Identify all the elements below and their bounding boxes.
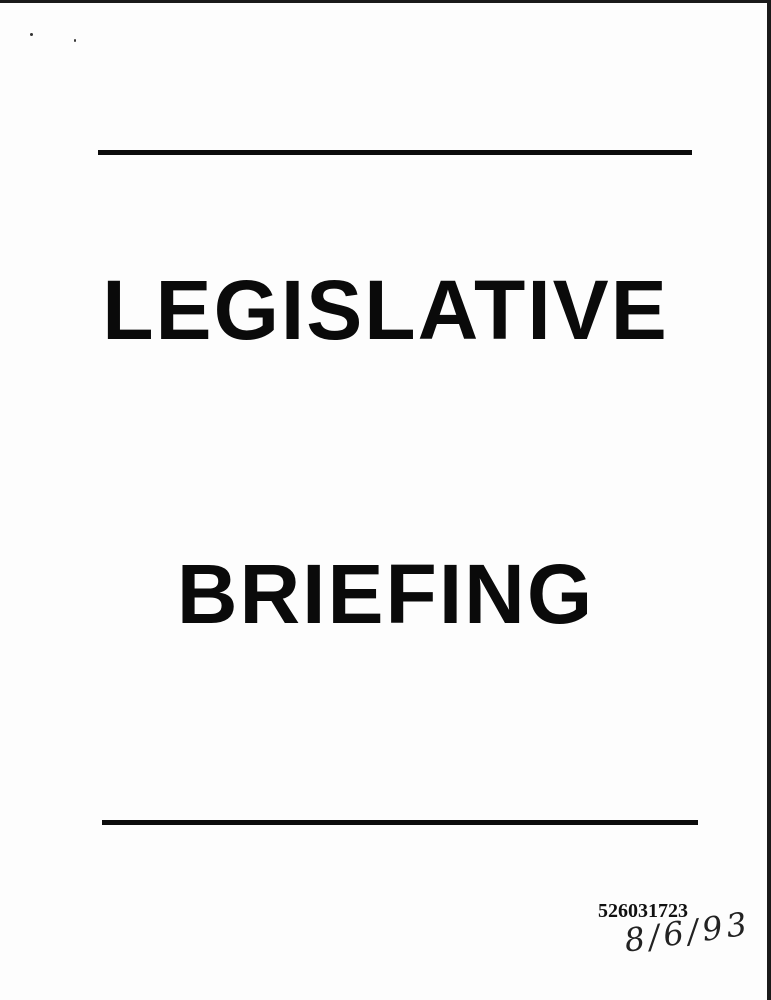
document-page: LEGISLATIVE BRIEFING 526031723 8/6/93 — [0, 0, 771, 1000]
scan-speck — [74, 39, 76, 42]
title-line-2: BRIEFING — [176, 547, 595, 641]
scan-edge-right — [767, 0, 771, 1000]
top-rule — [98, 150, 692, 155]
bottom-rule — [102, 820, 698, 825]
title-line-1: LEGISLATIVE — [102, 263, 669, 357]
scan-edge-top — [0, 0, 771, 3]
scan-speck — [30, 33, 33, 36]
